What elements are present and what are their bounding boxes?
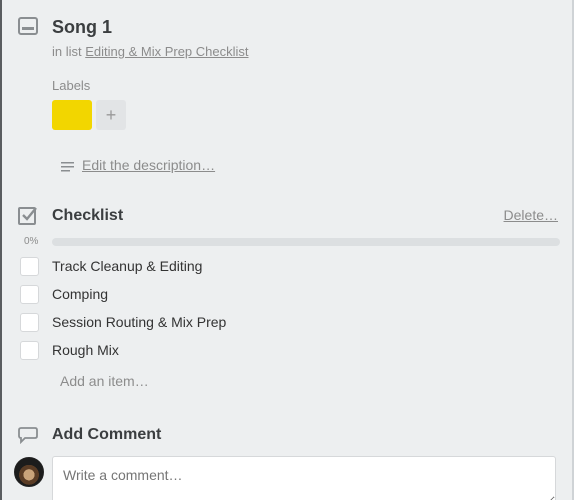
checklist-item-text[interactable]: Rough Mix: [52, 342, 119, 358]
checklist-item[interactable]: Session Routing & Mix Prep: [20, 313, 520, 333]
checklist-item[interactable]: Comping: [20, 285, 520, 305]
checklist-item[interactable]: Rough Mix: [20, 341, 520, 361]
checklist-item-text[interactable]: Comping: [52, 286, 108, 302]
progress-percent: 0%: [24, 236, 39, 247]
in-list-prefix: in list: [52, 44, 86, 59]
checkbox-icon: [18, 205, 38, 230]
checklist-checkbox[interactable]: [20, 341, 39, 360]
avatar[interactable]: [14, 457, 44, 487]
progress-bar: [52, 238, 560, 246]
list-name-link[interactable]: Editing & Mix Prep Checklist: [85, 44, 248, 59]
in-list-text: in list Editing & Mix Prep Checklist: [52, 44, 249, 59]
checklist-item-text[interactable]: Session Routing & Mix Prep: [52, 314, 226, 330]
label-yellow[interactable]: [52, 100, 92, 130]
add-comment-title: Add Comment: [52, 426, 162, 443]
labels-heading: Labels: [52, 78, 91, 93]
checklist-checkbox[interactable]: [20, 285, 39, 304]
card-title[interactable]: Song 1: [52, 17, 112, 38]
speech-bubble-icon: [18, 426, 38, 449]
comment-input[interactable]: [52, 456, 556, 500]
delete-checklist-link[interactable]: Delete…: [504, 207, 558, 223]
add-item-link[interactable]: Add an item…: [60, 373, 149, 389]
description-lines-icon: [61, 159, 74, 177]
checklist-checkbox[interactable]: [20, 313, 39, 332]
edit-description-link[interactable]: Edit the description…: [82, 157, 215, 173]
checklist-title[interactable]: Checklist: [52, 207, 123, 225]
checklist-item[interactable]: Track Cleanup & Editing: [20, 257, 520, 277]
add-label-button[interactable]: +: [96, 100, 126, 130]
window-edge-left: [0, 0, 2, 500]
card-icon: [18, 17, 38, 40]
checklist-item-text[interactable]: Track Cleanup & Editing: [52, 258, 202, 274]
checklist-checkbox[interactable]: [20, 257, 39, 276]
